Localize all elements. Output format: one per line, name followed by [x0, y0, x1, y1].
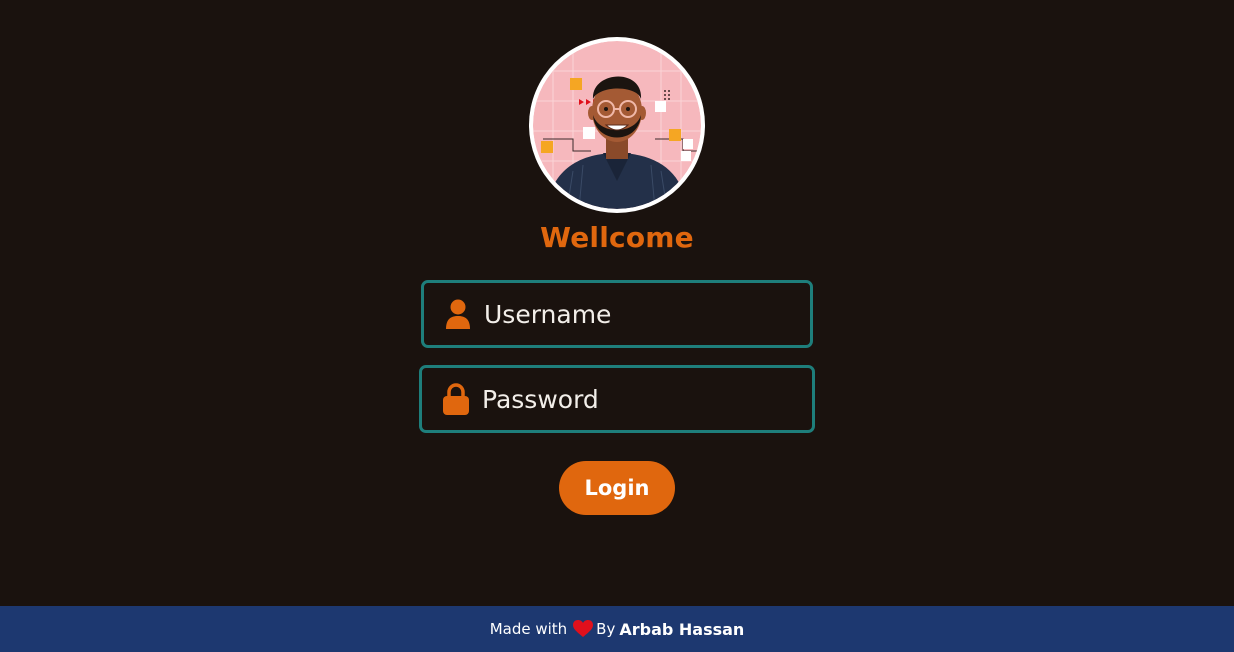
login-page: Wellcome Login Made with By Arbab Hassan	[0, 0, 1234, 652]
avatar-illustration	[533, 41, 701, 209]
footer-by: By	[596, 620, 616, 638]
login-button[interactable]: Login	[559, 461, 675, 515]
user-icon	[444, 298, 472, 330]
heart-icon	[573, 620, 594, 638]
lock-icon	[442, 383, 470, 415]
password-field[interactable]	[419, 365, 815, 433]
footer: Made with By Arbab Hassan	[0, 606, 1234, 652]
password-input[interactable]	[482, 384, 782, 414]
footer-made-with: Made with	[489, 620, 568, 638]
footer-author: Arbab Hassan	[619, 619, 745, 639]
username-field[interactable]	[421, 280, 813, 348]
avatar	[529, 37, 705, 213]
username-input[interactable]	[484, 299, 784, 329]
welcome-title: Wellcome	[540, 221, 694, 254]
